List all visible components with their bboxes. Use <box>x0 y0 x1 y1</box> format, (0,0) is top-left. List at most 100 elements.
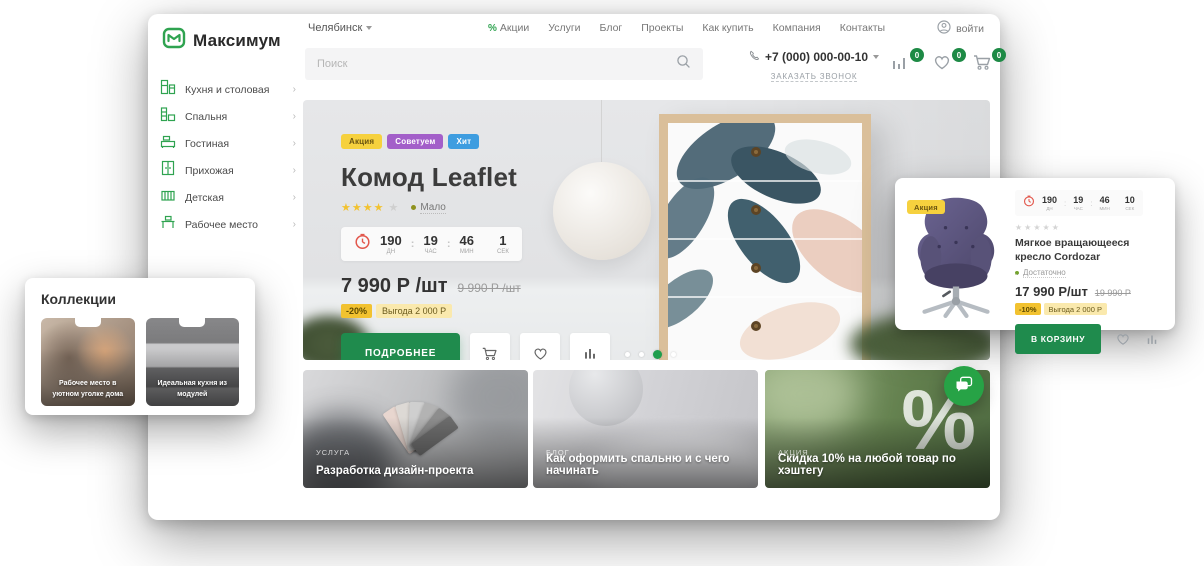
promo-card-tag: Услуга <box>316 448 350 457</box>
details-button[interactable]: Подробнее <box>341 333 460 360</box>
promo-card-blog[interactable]: Блог Как оформить спальню и с чего начин… <box>533 370 758 488</box>
sidebar-item-kids[interactable]: Детская › <box>160 184 296 211</box>
city-label: Челябинск <box>308 22 362 34</box>
tile-notch <box>75 318 101 327</box>
tile-notch <box>179 318 205 327</box>
compare-icon-button[interactable] <box>570 333 610 360</box>
stock-dot <box>1015 271 1019 275</box>
collection-tile-caption: Рабочее место в уютном уголке дома <box>45 379 131 400</box>
hero-stock-status[interactable]: Мало <box>420 202 446 214</box>
favorite-icon-button[interactable] <box>1115 331 1131 347</box>
sidebar-item-kitchen[interactable]: Кухня и столовая › <box>160 76 296 103</box>
logo[interactable]: Максимум <box>162 26 281 55</box>
stars-empty: ★ <box>388 201 399 214</box>
product-old-price: 19 990 Р <box>1095 288 1131 298</box>
collection-tile-workplace[interactable]: Рабочее место в уютном уголке дома <box>41 318 135 406</box>
menu-item-blog[interactable]: Блог <box>600 22 623 34</box>
search-input[interactable] <box>317 58 676 70</box>
product-title[interactable]: Мягкое вращающееся кресло Cordozar <box>1015 237 1163 264</box>
slider-dot-active[interactable] <box>653 350 662 359</box>
menu-item-how-to-buy[interactable]: Как купить <box>702 22 753 34</box>
city-selector[interactable]: Челябинск <box>308 22 372 34</box>
discount-badge: -20% <box>341 304 372 318</box>
login-button[interactable]: войти <box>937 20 984 37</box>
workplace-category-icon <box>160 214 176 235</box>
slider-dot[interactable] <box>625 352 630 357</box>
hero-product-title[interactable]: Комод Leaflet <box>341 162 641 193</box>
chevron-right-icon: › <box>293 192 296 203</box>
chevron-right-icon: › <box>293 138 296 149</box>
sidebar-item-hallway[interactable]: Прихожая › <box>160 157 296 184</box>
timer-days: 190 <box>380 234 402 247</box>
hero-rating: ★★★★ ★ Мало <box>341 201 641 214</box>
menu-item-company[interactable]: Компания <box>773 22 821 34</box>
sidebar-item-living-room[interactable]: Гостиная › <box>160 130 296 157</box>
timer-seconds: 10 <box>1125 196 1135 205</box>
brand-name: Максимум <box>193 31 281 51</box>
slider-dot[interactable] <box>639 352 644 357</box>
login-label: войти <box>956 23 984 35</box>
stock-dot <box>411 205 416 210</box>
product-buttons: В корзину <box>1015 324 1163 354</box>
product-rating-stars: ★★★★★ <box>1015 223 1163 232</box>
product-stock-label[interactable]: Достаточно <box>1023 268 1066 278</box>
chat-widget-button[interactable] <box>944 366 984 406</box>
phone-number[interactable]: +7 (000) 000-00-10 <box>765 50 868 64</box>
brand-logo-icon <box>162 26 186 55</box>
badge-hit: Хит <box>448 134 479 149</box>
hero-benefit-row: -20% Выгода 2 000 Р <box>341 304 641 318</box>
sidebar-item-label: Детская <box>185 192 284 204</box>
sidebar-item-workplace[interactable]: Рабочее место › <box>160 211 296 238</box>
add-to-cart-icon-button[interactable] <box>470 333 510 360</box>
sidebar-item-label: Спальня <box>185 111 284 123</box>
hallway-category-icon <box>160 160 176 181</box>
collection-tile-caption: Идеальная кухня из модулей <box>150 379 236 400</box>
product-card-cordozar[interactable]: Акция <box>895 178 1175 330</box>
clock-icon <box>1023 194 1035 212</box>
benefit-badge: Выгода 2 000 Р <box>1044 303 1107 315</box>
benefit-badge: Выгода 2 000 Р <box>376 304 452 318</box>
timer-hours: 19 <box>1073 196 1083 205</box>
phone-block: +7 (000) 000-00-10 заказать звонок <box>744 48 884 84</box>
product-price-row: 17 990 Р/шт 19 990 Р <box>1015 284 1163 299</box>
badge-sale: Акция <box>341 134 382 149</box>
cart-button[interactable]: 0 <box>972 52 998 76</box>
phone-icon <box>749 48 760 66</box>
menu-item-contacts[interactable]: Контакты <box>840 22 885 34</box>
menu-item-services[interactable]: Услуги <box>548 22 580 34</box>
search-icon[interactable] <box>676 54 691 74</box>
add-to-cart-button[interactable]: В корзину <box>1015 324 1101 354</box>
timer-seconds-label: сек <box>497 249 509 255</box>
timer-separator: : <box>411 238 415 250</box>
promo-card-service[interactable]: Услуга Разработка дизайн-проекта <box>303 370 528 488</box>
collection-tile-kitchen[interactable]: Идеальная кухня из модулей <box>146 318 240 406</box>
chevron-down-icon <box>366 26 372 30</box>
favorites-button[interactable]: 0 <box>932 52 958 76</box>
compare-count-badge: 0 <box>910 48 924 62</box>
sidebar-item-label: Кухня и столовая <box>185 84 284 96</box>
compare-button[interactable]: 0 <box>890 52 916 76</box>
slider-dot[interactable] <box>671 352 676 357</box>
menu-item-projects[interactable]: Проекты <box>641 22 683 34</box>
chevron-right-icon: › <box>293 219 296 230</box>
percent-icon: % <box>488 23 497 34</box>
favorites-count-badge: 0 <box>952 48 966 62</box>
compare-icon-button[interactable] <box>1145 332 1159 346</box>
callback-link[interactable]: заказать звонок <box>771 72 858 82</box>
timer-days-label: дн <box>380 249 402 255</box>
kitchen-category-icon <box>160 79 176 100</box>
kids-category-icon <box>160 187 176 208</box>
product-countdown-timer: 190дн : 19час : 46мин 10сек <box>1015 190 1143 216</box>
sidebar-item-bedroom[interactable]: Спальня › <box>160 103 296 130</box>
hero-buttons: Подробнее <box>341 333 641 360</box>
favorite-icon-button[interactable] <box>520 333 560 360</box>
product-stock: Достаточно <box>1015 268 1163 278</box>
collections-title: Коллекции <box>41 291 239 307</box>
sidebar-item-label: Прихожая <box>185 165 284 177</box>
timer-hours-label: час <box>1073 206 1083 211</box>
menu-item-sales[interactable]: %Акции <box>488 22 529 34</box>
product-card-body: 190дн : 19час : 46мин 10сек ★★★★★ Мягкое… <box>1015 190 1163 354</box>
main-page-card: Максимум Челябинск %Акции Услуги Блог Пр… <box>148 14 1000 520</box>
sidebar-item-label: Гостиная <box>185 138 284 150</box>
timer-days-label: дн <box>1042 206 1057 211</box>
